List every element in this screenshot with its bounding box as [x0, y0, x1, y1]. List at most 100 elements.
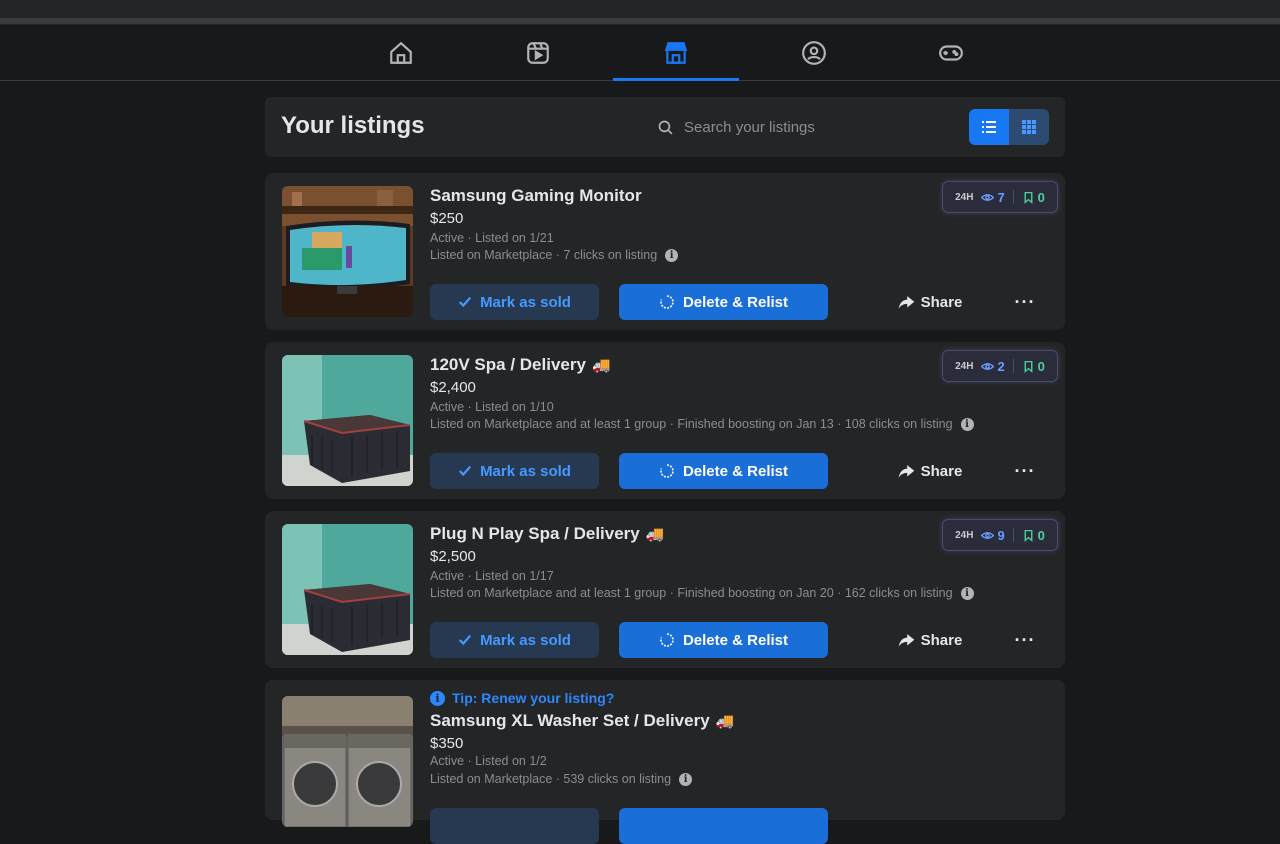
grid-view-button[interactable] — [1009, 109, 1049, 145]
listing-meta: Listed on Marketplace and at least 1 gro… — [430, 586, 974, 600]
grid-icon — [1022, 120, 1036, 134]
check-icon — [459, 634, 472, 646]
listing-photo[interactable] — [282, 696, 413, 827]
listing-card: i Tip: Renew your listing? Samsung XL Was… — [265, 680, 1065, 844]
share-button[interactable]: Share — [890, 453, 970, 489]
stats-period: 24H — [955, 360, 974, 372]
eye-icon — [981, 531, 995, 539]
monitor-photo — [282, 186, 413, 317]
marketplace-icon — [664, 41, 688, 64]
listing-title[interactable]: 120V Spa / Delivery 🚚 — [430, 355, 611, 375]
top-navigation — [0, 25, 1280, 81]
tab-marketplace[interactable] — [613, 25, 739, 81]
views-count: 2 — [981, 359, 1005, 374]
page-title: Your listings — [281, 112, 425, 139]
delete-relist-button[interactable]: Delete & Relist — [619, 284, 828, 320]
home-icon — [390, 41, 412, 64]
listings-header: Your listings — [265, 97, 1065, 157]
listing-photo[interactable] — [282, 186, 413, 317]
delivery-truck-icon: 🚚 — [645, 526, 665, 543]
listing-status: Active · Listed on 1/2 — [430, 754, 547, 768]
more-options-button[interactable]: ··· — [1010, 622, 1040, 658]
saves-count: 0 — [1022, 190, 1045, 205]
listing-title[interactable]: Plug N Play Spa / Delivery 🚚 — [430, 524, 664, 544]
search-box[interactable] — [657, 114, 937, 140]
stats-separator — [1012, 528, 1014, 542]
listing-stats[interactable]: 24H 9 0 — [942, 519, 1058, 551]
spa-photo — [282, 524, 413, 655]
gaming-icon — [939, 44, 963, 61]
share-icon — [898, 633, 914, 647]
search-icon — [658, 120, 673, 134]
listing-photo[interactable] — [282, 524, 413, 655]
refresh-icon — [660, 295, 674, 309]
saves-count: 0 — [1022, 528, 1045, 543]
delete-relist-button[interactable]: Delete & Relist — [619, 453, 828, 489]
listing-photo[interactable] — [282, 355, 413, 486]
info-icon[interactable]: i — [665, 248, 679, 262]
info-icon[interactable]: i — [679, 772, 693, 786]
listing-card: Plug N Play Spa / Delivery 🚚 $2,500 Activ… — [265, 511, 1065, 668]
browser-chrome — [0, 0, 1280, 25]
listing-status: Active · Listed on 1/10 — [430, 400, 554, 414]
delivery-truck-icon: 🚚 — [715, 713, 735, 730]
delivery-truck-icon: 🚚 — [591, 357, 611, 374]
tab-groups[interactable] — [751, 25, 877, 80]
list-icon — [982, 121, 996, 133]
eye-icon — [981, 362, 995, 370]
refresh-icon — [660, 464, 674, 478]
bookmark-icon — [1024, 360, 1033, 373]
more-options-button[interactable]: ··· — [1010, 453, 1040, 489]
listing-meta: Listed on Marketplace · 7 clicks on list… — [430, 248, 679, 262]
tab-video[interactable] — [475, 25, 601, 80]
stats-separator — [1012, 359, 1014, 373]
share-icon — [898, 464, 914, 478]
stats-period: 24H — [955, 529, 974, 541]
bookmark-icon — [1024, 529, 1033, 542]
check-icon — [459, 296, 472, 308]
listing-stats[interactable]: 24H 7 0 — [942, 181, 1058, 213]
saves-count: 0 — [1022, 359, 1045, 374]
view-toggle — [969, 109, 1049, 145]
video-icon — [527, 41, 549, 64]
views-count: 7 — [981, 190, 1005, 205]
share-icon — [898, 295, 914, 309]
listing-meta: Listed on Marketplace and at least 1 gro… — [430, 417, 974, 431]
list-view-button[interactable] — [969, 109, 1009, 145]
info-icon[interactable]: i — [960, 417, 974, 431]
more-options-button[interactable]: ··· — [1010, 284, 1040, 320]
groups-icon — [802, 40, 826, 65]
listing-title[interactable]: Samsung XL Washer Set / Delivery 🚚 — [430, 711, 734, 731]
tab-gaming[interactable] — [888, 25, 1014, 80]
mark-as-sold-button[interactable]: Mark as sold — [430, 284, 599, 320]
delete-relist-button[interactable]: Delete & Relist — [619, 622, 828, 658]
stats-separator — [1012, 190, 1014, 204]
washer-photo — [282, 696, 413, 827]
listing-price: $350 — [430, 735, 464, 752]
mark-as-sold-button[interactable]: Mark as sold — [430, 453, 599, 489]
views-count: 9 — [981, 528, 1005, 543]
share-button[interactable]: Share — [890, 284, 970, 320]
mark-as-sold-button[interactable]: Mark as sold — [430, 622, 599, 658]
listing-status: Active · Listed on 1/17 — [430, 569, 554, 583]
listing-price: $2,500 — [430, 548, 476, 565]
info-icon[interactable]: i — [960, 586, 974, 600]
listing-meta: Listed on Marketplace · 539 clicks on li… — [430, 772, 693, 786]
bookmark-icon — [1024, 191, 1033, 204]
listing-title[interactable]: Samsung Gaming Monitor — [430, 186, 642, 206]
listing-price: $250 — [430, 210, 464, 227]
renew-tip[interactable]: i Tip: Renew your listing? — [430, 690, 614, 706]
tab-home[interactable] — [338, 25, 464, 80]
share-button[interactable]: Share — [890, 622, 970, 658]
listing-price: $2,400 — [430, 379, 476, 396]
search-input[interactable] — [682, 117, 926, 137]
browser-bar — [0, 18, 1280, 24]
listing-status: Active · Listed on 1/21 — [430, 231, 554, 245]
refresh-icon — [660, 633, 674, 647]
listing-stats[interactable]: 24H 2 0 — [942, 350, 1058, 382]
listing-card: 120V Spa / Delivery 🚚 $2,400 Active · Lis… — [265, 342, 1065, 499]
mark-as-sold-button[interactable] — [430, 808, 599, 844]
check-icon — [459, 465, 472, 477]
delete-relist-button[interactable] — [619, 808, 828, 844]
stats-period: 24H — [955, 191, 974, 203]
